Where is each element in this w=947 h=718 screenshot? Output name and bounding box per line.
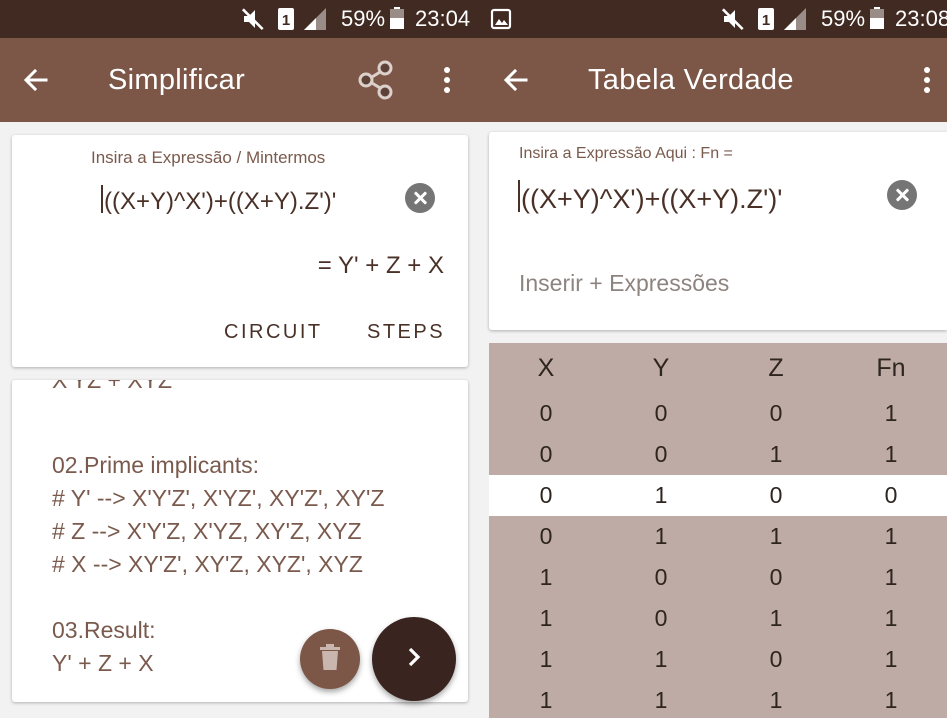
table-cell: 1	[539, 646, 553, 672]
steps-cut-line: X'YZ + XYZ	[52, 380, 173, 393]
table-cell: 1	[884, 564, 898, 590]
simplified-result: = Y' + Z + X	[317, 252, 444, 279]
table-cell: 0	[884, 482, 898, 508]
implicant-line: # Y' --> X'Y'Z', X'YZ', XY'Z', XY'Z	[52, 485, 385, 511]
back-arrow-icon[interactable]	[496, 60, 536, 100]
table-cell: 0	[539, 482, 553, 508]
svg-text:1: 1	[762, 12, 770, 29]
table-row[interactable]: 1 1 0 1	[489, 639, 947, 680]
table-cell: 1	[884, 646, 898, 672]
header-x: X	[537, 354, 555, 382]
table-cell: 0	[769, 400, 783, 426]
table-cell: 0	[769, 646, 783, 672]
table-cell: 0	[654, 400, 668, 426]
clear-icon[interactable]	[887, 180, 917, 210]
sim-icon: 1	[276, 0, 296, 38]
mute-icon	[240, 0, 266, 38]
table-row[interactable]: 1 1 1 1	[489, 680, 947, 718]
table-cell: 1	[769, 687, 783, 713]
clock: 23:08	[895, 6, 947, 31]
table-row[interactable]: 0 0 1 1	[489, 434, 947, 475]
mute-icon	[720, 0, 746, 38]
table-cell: 1	[654, 687, 668, 713]
steps-button[interactable]: STEPS	[367, 321, 445, 344]
page-title: Tabela Verdade	[588, 64, 794, 96]
table-row[interactable]: 1 0 1 1	[489, 598, 947, 639]
signal-icon	[782, 0, 808, 38]
implicant-line: # X --> XY'Z', XY'Z, XYZ', XYZ	[52, 551, 363, 577]
chevron-right-icon	[404, 645, 424, 674]
battery-icon	[869, 0, 885, 38]
back-arrow-icon[interactable]	[16, 60, 56, 100]
signal-icon	[302, 0, 328, 38]
more-vert-icon[interactable]	[432, 60, 462, 100]
app-bar-simplificar: Simplificar	[0, 38, 480, 122]
svg-text:1: 1	[282, 12, 290, 29]
expression-text: ((X+Y)^X')+((X+Y).Z')'	[521, 184, 783, 214]
implicant-line: # Z --> X'Y'Z, X'YZ, XY'Z, XYZ	[52, 518, 362, 544]
table-cell: 1	[884, 523, 898, 549]
expression-input[interactable]: ((X+Y)^X')+((X+Y).Z')'	[518, 180, 782, 215]
table-cell: 0	[654, 441, 668, 467]
input-label: Insira a Expressão / Mintermos	[91, 148, 326, 167]
delete-button[interactable]	[300, 629, 360, 689]
battery-percent: 59%	[341, 6, 386, 31]
delete-icon	[318, 643, 342, 676]
status-bar: 1 59% 23:04 1 59% 23:08	[0, 0, 947, 38]
truth-table: X Y Z Fn 0 0 0 1 0 0 1 1 0 1 0 0 0 1 1 1…	[489, 343, 947, 718]
table-cell: 0	[539, 400, 553, 426]
sim-icon: 1	[756, 0, 776, 38]
header-y: Y	[652, 354, 670, 382]
table-cell: 0	[654, 605, 668, 631]
text-caret	[518, 180, 520, 212]
table-cell: 1	[654, 482, 668, 508]
table-cell: 1	[884, 605, 898, 631]
text-caret	[101, 185, 103, 213]
circuit-button[interactable]: CIRCUIT	[224, 321, 323, 344]
expression-input[interactable]: ((X+Y)^X')+((X+Y).Z')'	[101, 185, 336, 216]
table-cell: 1	[769, 441, 783, 467]
clear-icon[interactable]	[405, 183, 435, 213]
clock: 23:04	[415, 6, 471, 31]
table-cell: 1	[884, 441, 898, 467]
truth-table-input-card: Insira a Expressão Aqui : Fn = ((X+Y)^X'…	[489, 132, 947, 330]
table-header: X Y Z Fn	[489, 348, 947, 389]
table-cell: 1	[769, 605, 783, 631]
table-row-selected[interactable]: 0 1 0 0	[489, 475, 947, 516]
table-row[interactable]: 0 1 1 1	[489, 516, 947, 557]
section-title: 03.Result:	[52, 617, 156, 643]
table-cell: 0	[539, 523, 553, 549]
table-row[interactable]: 1 0 0 1	[489, 557, 947, 598]
table-cell: 1	[654, 523, 668, 549]
table-row[interactable]: 0 0 0 1	[489, 393, 947, 434]
battery-icon	[389, 0, 405, 38]
table-cell: 0	[769, 482, 783, 508]
table-cell: 1	[884, 687, 898, 713]
share-icon[interactable]	[354, 58, 398, 102]
expression-text: ((X+Y)^X')+((X+Y).Z')'	[104, 188, 337, 215]
table-cell: 0	[769, 564, 783, 590]
add-expressions-button[interactable]: Inserir + Expressões	[519, 270, 729, 297]
app-bar-tabela-verdade: Tabela Verdade	[480, 38, 947, 122]
next-button[interactable]	[372, 617, 456, 701]
input-label: Insira a Expressão Aqui : Fn =	[519, 145, 733, 162]
image-notification-icon	[490, 0, 512, 38]
header-fn: Fn	[876, 354, 906, 382]
table-cell: 0	[654, 564, 668, 590]
table-cell: 1	[769, 523, 783, 549]
table-cell: 1	[654, 646, 668, 672]
table-cell: 1	[539, 564, 553, 590]
page-title: Simplificar	[108, 64, 246, 96]
table-cell: 1	[539, 605, 553, 631]
table-cell: 1	[539, 687, 553, 713]
more-vert-icon[interactable]	[912, 60, 942, 100]
result-line: Y' + Z + X	[52, 650, 154, 676]
table-cell: 1	[884, 400, 898, 426]
battery-percent: 59%	[821, 6, 866, 31]
expression-card: Insira a Expressão / Mintermos ((X+Y)^X'…	[12, 135, 468, 367]
table-cell: 0	[539, 441, 553, 467]
header-z: Z	[768, 354, 784, 382]
section-title: 02.Prime implicants:	[52, 452, 260, 478]
